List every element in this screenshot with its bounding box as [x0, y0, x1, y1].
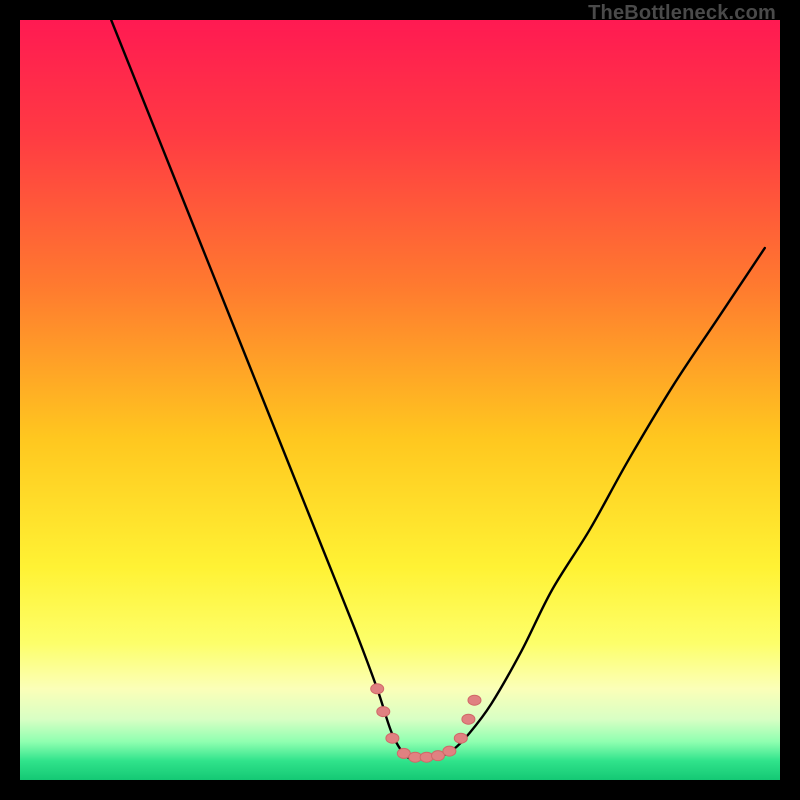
- trough-marker: [443, 746, 456, 756]
- watermark-text: TheBottleneck.com: [588, 2, 776, 25]
- bottleneck-curve: [20, 20, 780, 780]
- chart-frame: [20, 20, 780, 780]
- trough-marker: [371, 684, 384, 694]
- trough-marker: [462, 714, 475, 724]
- trough-marker: [377, 707, 390, 717]
- trough-marker: [420, 752, 433, 762]
- trough-marker: [386, 733, 399, 743]
- trough-marker: [468, 695, 481, 705]
- trough-marker: [454, 733, 467, 743]
